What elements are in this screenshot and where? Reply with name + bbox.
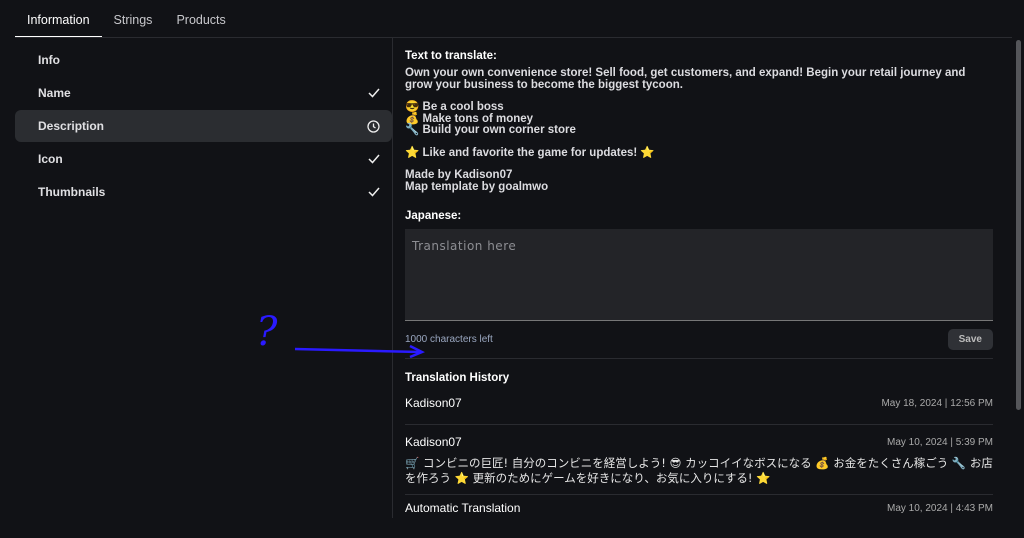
history-author: Kadison07 [405,435,462,449]
scrollbar[interactable] [1016,40,1021,410]
history-heading: Translation History [405,372,510,384]
tab-products[interactable]: Products [164,0,237,38]
clock-icon [367,119,380,133]
history-entry[interactable]: Kadison07 May 10, 2024 | 5:39 PM 🛒 コンビニの巨… [405,425,993,495]
divider [392,38,393,518]
sidebar-item-description[interactable]: Description [15,110,392,142]
check-icon [368,154,380,164]
check-icon [368,187,380,197]
sidebar-item-name[interactable]: Name [15,77,392,109]
sidebar-item-label: Description [38,119,105,133]
source-heading: Text to translate: [405,50,497,62]
tab-bar: Information Strings Products [15,0,238,38]
history-author: Kadison07 [405,396,462,410]
source-text: ⭐ Like and favorite the game for updates… [405,146,655,159]
history-text: 🛒 コンビニの巨匠! 自分のコンビニを経営しよう! 😎 カッコイイなボスになる … [405,456,993,485]
sidebar-item-thumbnails[interactable]: Thumbnails [15,176,392,208]
check-icon [368,88,380,98]
sidebar: Info Name Description Icon Thumbnails [15,44,392,209]
source-text: 🔧 Build your own corner store [405,124,576,136]
translation-panel: Text to translate: Own your own convenie… [405,50,993,523]
divider [15,37,1012,38]
sidebar-item-label: Icon [38,152,63,166]
divider [405,358,993,359]
source-text: Made by Kadison07 [405,169,513,181]
sidebar-item-icon[interactable]: Icon [15,143,392,175]
translation-input[interactable] [405,229,993,321]
arrow-annotation-icon: ? [256,309,426,359]
sidebar-item-label: Thumbnails [38,185,106,199]
history-date: May 18, 2024 | 12:56 PM [881,397,993,409]
source-text: Map template by goalmwo [405,180,549,193]
history-date: May 10, 2024 | 4:43 PM [887,502,993,514]
save-button[interactable]: Save [947,329,993,350]
tab-strings[interactable]: Strings [102,0,165,38]
source-text: Own your own convenience store! Sell foo… [405,67,966,91]
sidebar-item-label: Info [38,53,60,67]
sidebar-item-label: Name [38,86,71,100]
history-entry[interactable]: Automatic Translation May 10, 2024 | 4:43… [405,495,993,523]
tab-information[interactable]: Information [15,0,102,38]
source-text: 😎 Be a cool boss [405,101,504,113]
history-author: Automatic Translation [405,501,521,515]
sidebar-item-info[interactable]: Info [15,44,392,76]
annotation: ? [250,305,430,363]
history-date: May 10, 2024 | 5:39 PM [887,436,993,448]
history-entry[interactable]: Kadison07 May 18, 2024 | 12:56 PM [405,390,993,425]
target-heading: Japanese: [405,210,462,222]
annotation-mark: ? [256,309,278,355]
